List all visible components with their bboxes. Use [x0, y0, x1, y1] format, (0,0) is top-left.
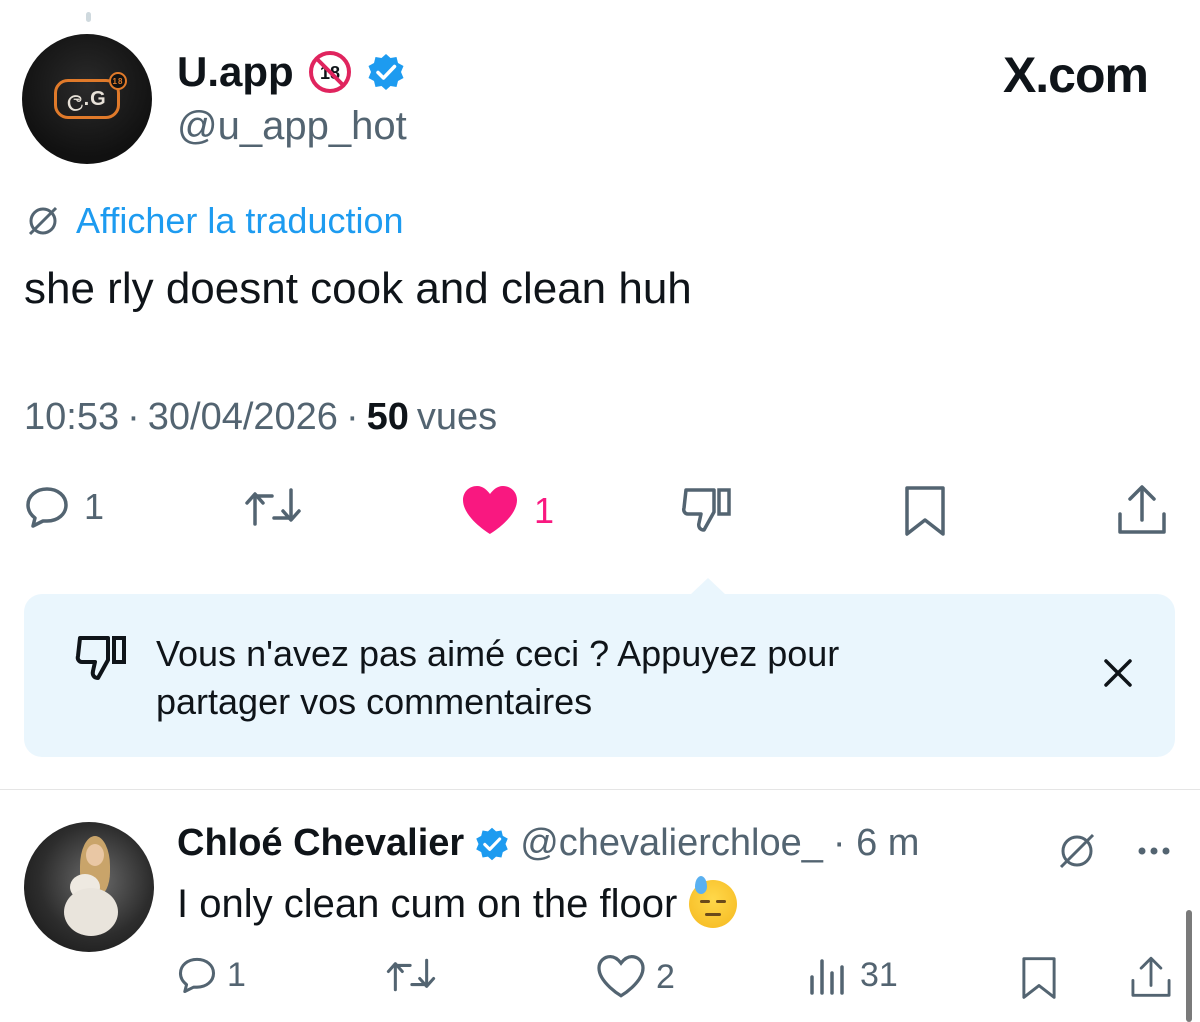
reply-bookmark-button[interactable]: [1018, 955, 1060, 1001]
translate-label: Afficher la traduction: [76, 200, 404, 241]
reply-icon: [177, 955, 217, 995]
translate-globe-icon: [24, 202, 62, 240]
thumbs-down-icon: [74, 632, 132, 684]
scrollbar-thumb[interactable]: [1186, 910, 1192, 1022]
reply-retweet-button[interactable]: [384, 955, 438, 995]
close-icon[interactable]: [1101, 656, 1135, 690]
author-display-name[interactable]: U.app: [177, 48, 294, 96]
reply-header-icons: [1054, 828, 1172, 874]
reply-share-button[interactable]: [1128, 955, 1174, 1001]
x-watermark: X.com: [1002, 47, 1149, 103]
verified-badge-icon: [474, 826, 510, 862]
reply-text: I only clean cum on the floor: [177, 881, 678, 926]
bookmark-icon: [900, 484, 950, 538]
reply-text-row: I only clean cum on the floor: [177, 876, 738, 928]
tweet-time[interactable]: 10:53: [24, 396, 119, 439]
tweet-text: she rly doesnt cook and clean huh: [24, 264, 692, 313]
heart-outline-icon: [596, 955, 646, 999]
no-under-18-icon: 18: [308, 50, 352, 94]
meta-separator: ·: [345, 396, 359, 438]
views-label: vues: [416, 396, 498, 438]
reply-views-count: 31: [860, 955, 898, 994]
verified-badge-icon: [366, 52, 406, 92]
thumbs-down-icon: [680, 484, 736, 534]
uapp-logo: ල.G 18: [54, 72, 127, 119]
author-name-row: U.app 18: [177, 48, 406, 96]
analytics-bars-icon: [806, 955, 850, 995]
reply-like-button[interactable]: 2: [596, 955, 675, 999]
bookmark-icon: [1018, 955, 1060, 1001]
share-icon: [1128, 955, 1174, 1001]
heart-filled-icon: [460, 484, 520, 538]
author-avatar[interactable]: ල.G 18: [22, 34, 152, 164]
translate-link[interactable]: Afficher la traduction: [24, 200, 404, 242]
reply-reply-button[interactable]: 1: [177, 955, 246, 995]
top-scroll-indicator: [86, 12, 91, 22]
meta-separator: ·: [127, 396, 140, 438]
avatar-18-mark: 18: [109, 72, 127, 90]
share-button[interactable]: [1114, 484, 1170, 538]
reply-count: 1: [84, 486, 105, 527]
reply-author-avatar[interactable]: [24, 822, 154, 952]
tweet-date[interactable]: 30/04/2026: [148, 396, 338, 439]
reply-like-count: 2: [656, 957, 675, 996]
tweet-meta: 10:53 · 30/04/2026 · 50 vues: [24, 396, 497, 439]
reply-time: · 6 m: [832, 822, 920, 864]
reply-views-button[interactable]: 31: [806, 955, 898, 995]
reply-reply-count: 1: [227, 955, 246, 994]
avatar-photo-bear-body: [64, 888, 118, 936]
reply-button[interactable]: 1: [24, 484, 104, 530]
retweet-button[interactable]: [242, 484, 318, 530]
more-options-icon[interactable]: [1136, 845, 1172, 857]
reply-author-handle[interactable]: @chevalierchloe_: [520, 822, 823, 865]
like-count: 1: [534, 490, 555, 531]
reply-author-name[interactable]: Chloé Chevalier: [177, 822, 464, 865]
banner-pointer: [690, 578, 726, 595]
sweat-face-emoji-icon: [689, 876, 738, 928]
retweet-icon: [242, 484, 304, 530]
translate-globe-icon[interactable]: [1054, 828, 1100, 874]
share-icon: [1114, 484, 1170, 538]
feedback-banner-text: Vous n'avez pas aimé ceci ? Appuyez pour…: [156, 633, 840, 722]
feedback-banner[interactable]: Vous n'avez pas aimé ceci ? Appuyez pour…: [24, 594, 1175, 757]
author-handle[interactable]: @u_app_hot: [177, 104, 407, 149]
dislike-button[interactable]: [680, 484, 736, 534]
bookmark-button[interactable]: [900, 484, 950, 538]
avatar-logo-text: ල.G: [67, 87, 107, 110]
avatar-photo-face: [86, 844, 104, 866]
reply-header: Chloé Chevalier @chevalierchloe_ · 6 m: [177, 822, 919, 865]
reply-icon: [24, 484, 70, 530]
section-divider: [0, 789, 1200, 790]
retweet-icon: [384, 955, 438, 995]
like-button[interactable]: 1: [460, 484, 554, 538]
views-count: 50: [366, 396, 409, 438]
